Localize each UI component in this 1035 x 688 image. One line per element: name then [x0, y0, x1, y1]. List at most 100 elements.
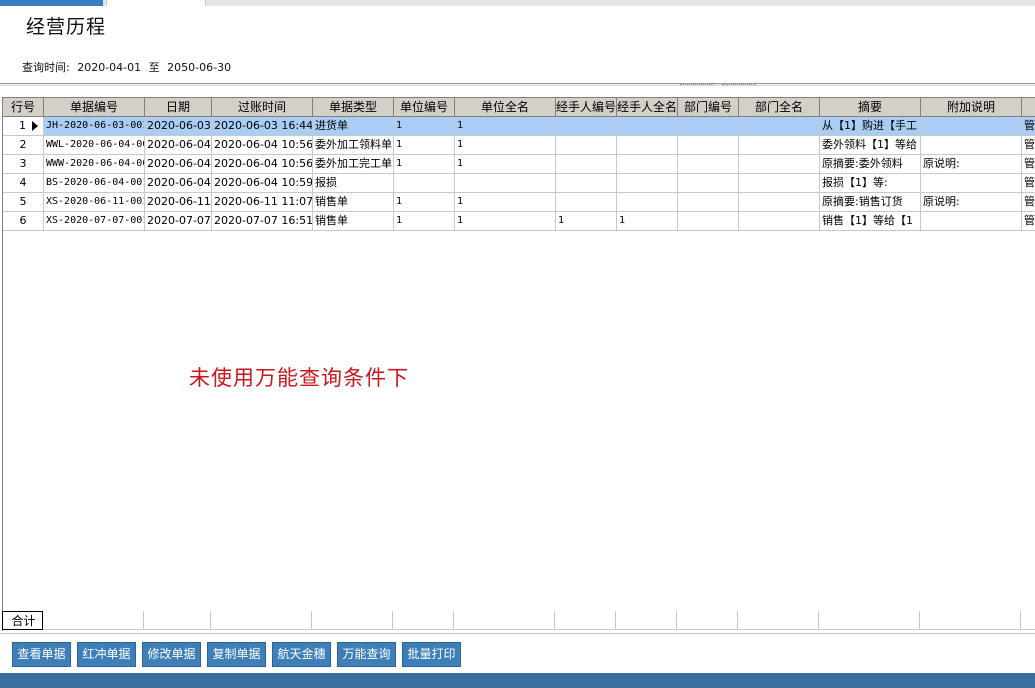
table-cell[interactable]: [617, 174, 678, 193]
table-row[interactable]: 4 BS-2020-06-04-001 2020-06-04 2020-06-04 1…: [3, 174, 1035, 193]
table-row[interactable]: 1 JH-2020-06-03-001 2020-06-03 2020-06-03 1…: [3, 117, 1035, 136]
column-header[interactable]: 单位全名: [455, 98, 556, 117]
table-cell[interactable]: 2020-07-07 16:51: [212, 212, 313, 231]
table-cell[interactable]: [739, 174, 820, 193]
table-cell[interactable]: 销售单: [313, 212, 394, 231]
table-cell[interactable]: [678, 117, 739, 136]
data-grid[interactable]: 行号 单据编号 日期 过账时间 单据类型 单位编号 单位全名 经手人编号 经手人全名 部门编号 部门…: [2, 97, 1035, 631]
action-button[interactable]: 查看单据: [12, 642, 71, 667]
table-cell[interactable]: [678, 212, 739, 231]
table-cell[interactable]: 1: [394, 193, 455, 212]
column-header[interactable]: 单据编号: [44, 98, 145, 117]
table-cell[interactable]: 1: [394, 117, 455, 136]
table-cell[interactable]: [556, 117, 617, 136]
table-cell[interactable]: [678, 174, 739, 193]
table-cell[interactable]: 2020-06-04 10:56: [212, 136, 313, 155]
splitter-bar[interactable]: [0, 83, 1035, 86]
table-cell[interactable]: [556, 136, 617, 155]
column-header[interactable]: 摘要: [820, 98, 921, 117]
table-cell[interactable]: [556, 155, 617, 174]
table-cell[interactable]: [739, 117, 820, 136]
table-cell[interactable]: 销售【1】等给【1: [820, 212, 921, 231]
table-cell[interactable]: 管: [1022, 193, 1035, 212]
action-button[interactable]: 复制单据: [207, 642, 266, 667]
table-cell[interactable]: [617, 117, 678, 136]
action-button[interactable]: 修改单据: [142, 642, 201, 667]
table-cell[interactable]: XS-2020-07-07-001: [44, 212, 145, 231]
table-cell[interactable]: 1: [394, 212, 455, 231]
table-cell[interactable]: [739, 212, 820, 231]
table-cell[interactable]: 销售单: [313, 193, 394, 212]
table-cell[interactable]: 委外领料【1】等给: [820, 136, 921, 155]
table-cell[interactable]: 1: [455, 212, 556, 231]
column-header[interactable]: [1022, 98, 1035, 117]
table-cell[interactable]: 2020-06-03: [145, 117, 212, 136]
column-header[interactable]: 部门全名: [739, 98, 820, 117]
table-row[interactable]: 6 XS-2020-07-07-001 2020-07-07 2020-07-07 1…: [3, 212, 1035, 231]
table-cell[interactable]: 2020-07-07: [145, 212, 212, 231]
table-cell[interactable]: 原摘要:委外领料: [820, 155, 921, 174]
table-row[interactable]: 2 WWL-2020-06-04-001 2020-06-04 2020-06-04 …: [3, 136, 1035, 155]
table-cell[interactable]: [455, 174, 556, 193]
table-cell[interactable]: [678, 193, 739, 212]
table-cell[interactable]: [921, 212, 1022, 231]
column-header[interactable]: 部门编号: [678, 98, 739, 117]
column-header[interactable]: 附加说明: [921, 98, 1022, 117]
table-cell[interactable]: [556, 193, 617, 212]
table-cell[interactable]: WWL-2020-06-04-001: [44, 136, 145, 155]
table-cell[interactable]: 从【1】购进【手工: [820, 117, 921, 136]
table-cell[interactable]: 原说明:: [921, 193, 1022, 212]
table-cell[interactable]: 2020-06-11: [145, 193, 212, 212]
table-cell[interactable]: 1: [455, 117, 556, 136]
row-number[interactable]: 6: [3, 212, 44, 231]
table-cell[interactable]: 2020-06-04 10:56: [212, 155, 313, 174]
table-cell[interactable]: [394, 174, 455, 193]
table-cell[interactable]: [556, 174, 617, 193]
action-button[interactable]: 批量打印: [402, 642, 461, 667]
table-cell[interactable]: 原说明:: [921, 155, 1022, 174]
column-header[interactable]: 经手人全名: [617, 98, 678, 117]
table-cell[interactable]: 管: [1022, 117, 1035, 136]
table-cell[interactable]: [617, 193, 678, 212]
table-cell[interactable]: 原摘要:销售订货: [820, 193, 921, 212]
table-cell[interactable]: [739, 193, 820, 212]
table-cell[interactable]: [739, 155, 820, 174]
action-button[interactable]: 红冲单据: [77, 642, 136, 667]
table-cell[interactable]: 管: [1022, 136, 1035, 155]
table-cell[interactable]: XS-2020-06-11-001: [44, 193, 145, 212]
table-cell[interactable]: 2020-06-04 10:59: [212, 174, 313, 193]
row-number[interactable]: 5: [3, 193, 44, 212]
column-header[interactable]: 行号: [3, 98, 44, 117]
table-cell[interactable]: 1: [455, 155, 556, 174]
splitter-grip-icon[interactable]: [680, 84, 714, 86]
action-button[interactable]: 万能查询: [337, 642, 396, 667]
table-cell[interactable]: 1: [394, 155, 455, 174]
table-cell[interactable]: JH-2020-06-03-001: [44, 117, 145, 136]
table-cell[interactable]: BS-2020-06-04-001: [44, 174, 145, 193]
table-cell[interactable]: 进货单: [313, 117, 394, 136]
table-cell[interactable]: 2020-06-04: [145, 155, 212, 174]
table-cell[interactable]: 1: [455, 136, 556, 155]
tab-active[interactable]: [0, 0, 103, 6]
table-cell[interactable]: 2020-06-04: [145, 174, 212, 193]
table-cell[interactable]: [921, 136, 1022, 155]
table-cell[interactable]: 委外加工完工单: [313, 155, 394, 174]
table-row[interactable]: 3 WWW-2020-06-04-001 2020-06-04 2020-06-04 …: [3, 155, 1035, 174]
table-cell[interactable]: [617, 136, 678, 155]
table-cell[interactable]: [678, 155, 739, 174]
row-number[interactable]: 2: [3, 136, 44, 155]
table-cell[interactable]: WWW-2020-06-04-001: [44, 155, 145, 174]
table-cell[interactable]: 管: [1022, 212, 1035, 231]
column-header[interactable]: 日期: [145, 98, 212, 117]
column-header[interactable]: 单据类型: [313, 98, 394, 117]
table-cell[interactable]: 管: [1022, 155, 1035, 174]
table-row[interactable]: 5 XS-2020-06-11-001 2020-06-11 2020-06-11 1…: [3, 193, 1035, 212]
table-cell[interactable]: [739, 136, 820, 155]
row-number[interactable]: 3: [3, 155, 44, 174]
table-cell[interactable]: 1: [455, 193, 556, 212]
table-cell[interactable]: 委外加工领料单: [313, 136, 394, 155]
row-number[interactable]: 1: [3, 117, 44, 136]
table-cell[interactable]: [921, 174, 1022, 193]
table-cell[interactable]: 2020-06-11 11:07: [212, 193, 313, 212]
table-cell[interactable]: 1: [617, 212, 678, 231]
